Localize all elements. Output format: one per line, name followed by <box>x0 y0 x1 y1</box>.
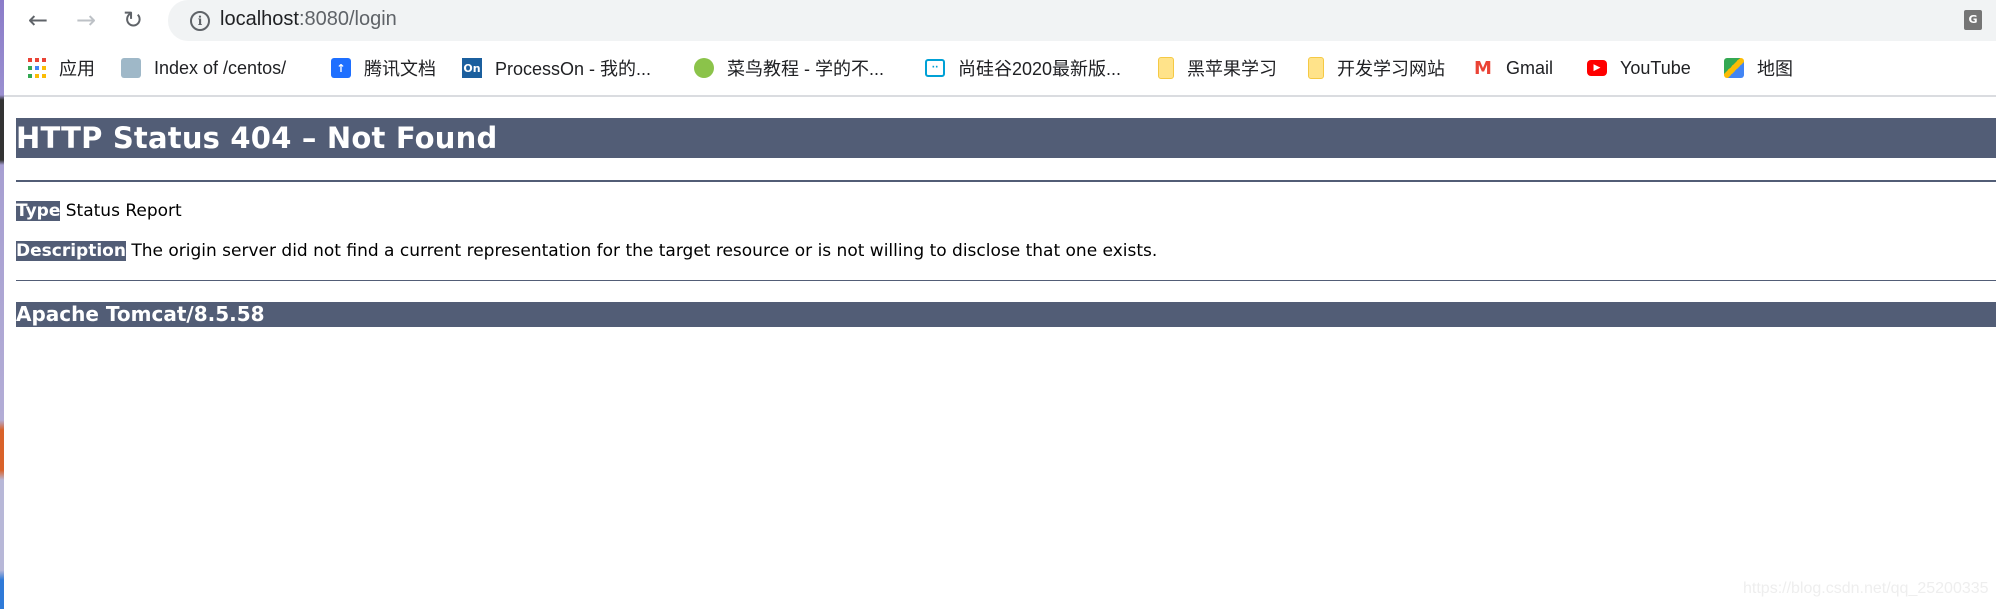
bookmark-label: 黑苹果学习 <box>1187 59 1277 79</box>
bilibili-icon: ·· <box>925 59 945 77</box>
description-row: Description The origin server did not fi… <box>16 240 1157 262</box>
apps-grid-icon <box>28 58 46 78</box>
bookmark-label: YouTube <box>1620 57 1691 78</box>
bookmark-label: Index of /centos/ <box>154 57 287 78</box>
watermark: https://blog.csdn.net/qq_25200335 <box>1743 580 1989 597</box>
description-label: Description <box>16 241 126 261</box>
description-value: The origin server did not find a current… <box>131 241 1158 261</box>
page-thumbnail-icon <box>121 58 141 78</box>
bookmark-apps[interactable]: 应用 <box>28 55 95 81</box>
translate-icon[interactable]: G <box>1964 10 1982 30</box>
arrow-right-icon: → <box>75 6 97 34</box>
gmail-icon: M <box>1473 57 1493 79</box>
bookmark-atguigu[interactable]: ·· 尚硅谷2020最新版... <box>925 55 1121 81</box>
bookmark-index-centos[interactable]: Index of /centos/ <box>121 55 286 81</box>
bookmark-folder-dev[interactable]: 开发学习网站 <box>1308 55 1445 81</box>
server-footer: Apache Tomcat/8.5.58 <box>16 302 1996 327</box>
url-path: :8080/login <box>298 8 397 30</box>
info-icon[interactable]: i <box>190 11 210 31</box>
reload-button[interactable]: ↻ <box>117 4 149 36</box>
arrow-left-icon: ← <box>27 6 49 34</box>
address-bar[interactable]: i localhost:8080/login G <box>168 0 1996 41</box>
page-content: HTTP Status 404 – Not Found Type Status … <box>4 95 1996 609</box>
page-title: HTTP Status 404 – Not Found <box>16 118 1996 158</box>
type-value: Status Report <box>65 201 182 221</box>
forward-button[interactable]: → <box>70 4 102 36</box>
bookmark-gmail[interactable]: M Gmail <box>1473 55 1553 81</box>
type-row: Type Status Report <box>16 200 182 222</box>
processon-icon: On <box>462 58 482 78</box>
bookmark-label: 应用 <box>59 59 95 79</box>
bookmark-label: Gmail <box>1506 57 1554 78</box>
tencent-docs-icon: ↑ <box>331 58 351 78</box>
youtube-icon: ▶ <box>1587 60 1607 76</box>
bookmark-label: ProcessOn - 我的... <box>495 59 652 79</box>
url-host: localhost <box>220 8 299 30</box>
bookmark-runoob[interactable]: 菜鸟教程 - 学的不... <box>694 55 884 81</box>
browser-toolbar: ← → ↻ i localhost:8080/login G <box>4 0 1996 41</box>
url-text[interactable]: localhost:8080/login <box>220 8 397 31</box>
folder-icon <box>1308 57 1324 79</box>
bookmark-label: 腾讯文档 <box>364 59 436 79</box>
bookmark-folder-hackintosh[interactable]: 黑苹果学习 <box>1158 55 1277 81</box>
bookmarks-bar: 应用 Index of /centos/ ↑ 腾讯文档 On ProcessOn… <box>4 41 1996 97</box>
bookmark-label: 尚硅谷2020最新版... <box>958 59 1122 79</box>
maps-icon <box>1724 58 1744 78</box>
reload-icon: ↻ <box>122 6 144 34</box>
divider <box>16 280 1996 281</box>
bookmark-tencent-docs[interactable]: ↑ 腾讯文档 <box>331 55 436 81</box>
folder-icon <box>1158 57 1174 79</box>
bookmark-maps[interactable]: 地图 <box>1724 55 1793 81</box>
type-label: Type <box>16 201 61 221</box>
runoob-icon <box>694 58 714 78</box>
bookmark-youtube[interactable]: ▶ YouTube <box>1587 55 1691 81</box>
bookmark-label: 地图 <box>1757 59 1793 79</box>
bookmark-processon[interactable]: On ProcessOn - 我的... <box>462 55 651 81</box>
back-button[interactable]: ← <box>22 4 54 36</box>
bookmark-label: 菜鸟教程 - 学的不... <box>727 59 884 79</box>
divider <box>16 180 1996 182</box>
bookmark-label: 开发学习网站 <box>1337 59 1445 79</box>
